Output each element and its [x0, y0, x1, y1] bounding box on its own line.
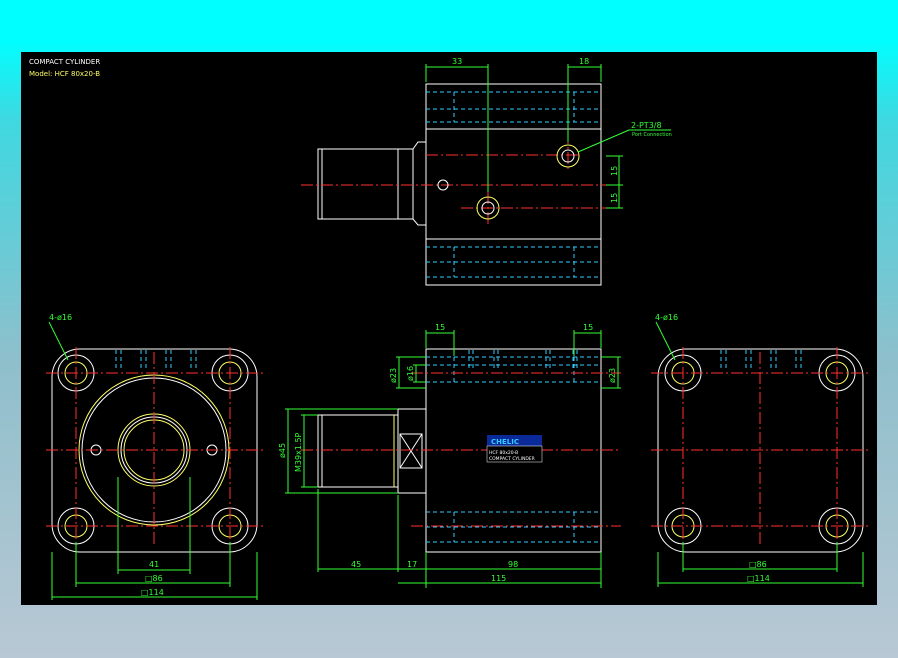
front-dia-23r: ø23 [608, 368, 617, 383]
drawing-title: COMPACT CYLINDER [29, 58, 100, 66]
dim-41: 41 [149, 560, 159, 569]
cad-drawing-canvas[interactable]: COMPACT CYLINDER Model: HCF 80x20-B 33 1… [21, 52, 877, 605]
front-dia-16: ø16 [406, 366, 415, 381]
front-dim-15r: 15 [583, 323, 593, 332]
front-thread: M39x1.5P [294, 432, 303, 472]
cad-drawing: COMPACT CYLINDER Model: HCF 80x20-B 33 1… [29, 57, 871, 600]
dim-33: 33 [452, 57, 462, 66]
dim-15b: 15 [610, 193, 619, 203]
port-sub-label: Port Connection [632, 132, 672, 138]
left-view: 4-ø16 41 □86 □114 [46, 313, 263, 600]
port-label: 2-PT3/8 [631, 121, 662, 130]
right-holes-label: 4-ø16 [655, 313, 678, 322]
left-dim-114: □114 [141, 588, 164, 597]
dim-18: 18 [579, 57, 589, 66]
nameplate-brand: CHELIC [491, 438, 519, 446]
right-dim-114: □114 [747, 574, 770, 583]
front-dim-15l: 15 [435, 323, 445, 332]
front-dim-45: 45 [351, 560, 361, 569]
front-dia-45: ø45 [278, 443, 287, 458]
top-view: 33 18 15 15 2-PT3/8 Port Connection [301, 57, 672, 286]
front-dim-98: 98 [508, 560, 518, 569]
drawing-model: Model: HCF 80x20-B [29, 70, 100, 78]
right-dim-86: □86 [749, 560, 767, 569]
front-dim-115: 115 [491, 574, 506, 583]
front-view: CHELIC HCF 80x20-B COMPACT CYLINDER 15 1… [278, 323, 621, 588]
front-view-rod [317, 414, 399, 488]
top-view-rod [317, 148, 399, 220]
right-view: 4-ø16 □86 □114 [651, 313, 871, 587]
front-dim-17: 17 [407, 560, 417, 569]
dim-15a: 15 [610, 166, 619, 176]
nameplate-line2: COMPACT CYLINDER [489, 456, 535, 462]
left-holes-label: 4-ø16 [49, 313, 72, 322]
nameplate-line1: HCF 80x20-B [489, 450, 518, 456]
front-dia-23l: ø23 [389, 368, 398, 383]
left-dim-86: □86 [145, 574, 163, 583]
